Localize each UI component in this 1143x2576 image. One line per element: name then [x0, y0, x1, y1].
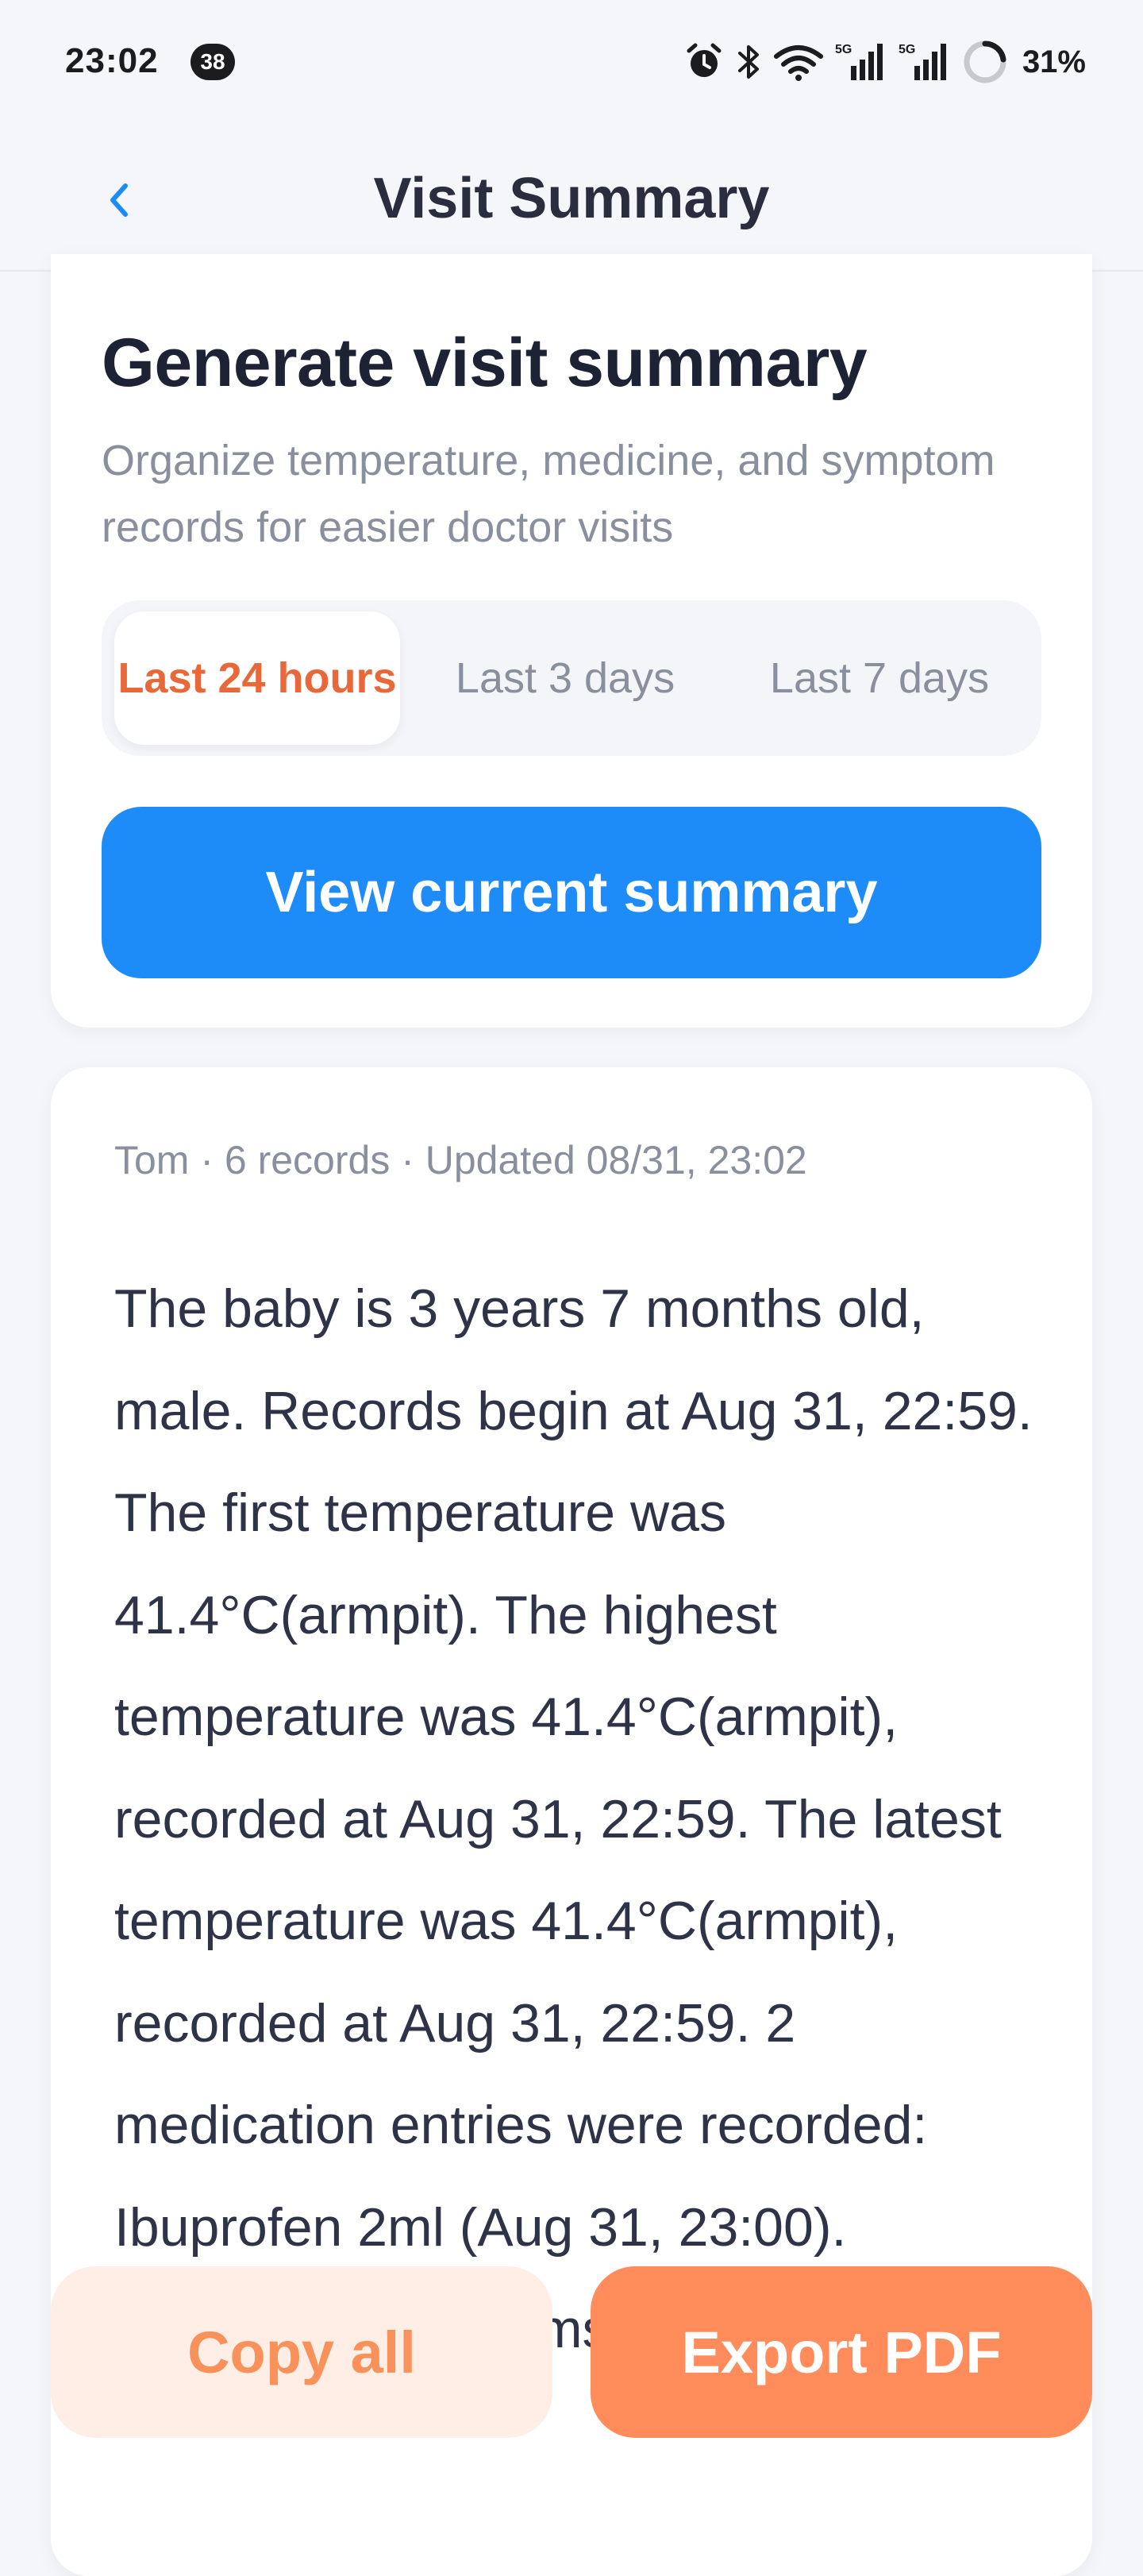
tab-last-24-hours[interactable]: Last 24 hours [114, 611, 400, 745]
notification-count-badge: 38 [190, 44, 235, 80]
range-tabs: Last 24 hours Last 3 days Last 7 days [102, 600, 1041, 756]
page-title: Visit Summary [373, 167, 770, 230]
svg-text:5G: 5G [835, 43, 852, 56]
tab-last-7-days[interactable]: Last 7 days [730, 611, 1029, 745]
status-bar: 23:02 38 5G 5G 31% [0, 0, 1143, 127]
battery-ring-icon [962, 39, 1008, 85]
svg-text:5G: 5G [899, 43, 915, 56]
alarm-icon [684, 42, 724, 82]
status-time: 23:02 [65, 41, 159, 80]
summary-text: The baby is 3 years 7 months old, male. … [114, 1278, 1033, 2359]
cellular-5g-icon: 5G [899, 40, 951, 83]
copy-all-button[interactable]: Copy all [51, 2266, 552, 2438]
summary-meta: Tom · 6 records · Updated 08/31, 23:02 [114, 1138, 807, 1182]
status-icons: 5G 5G 31% [684, 38, 1086, 86]
export-pdf-button[interactable]: Export PDF [591, 2266, 1092, 2438]
bluetooth-icon [735, 42, 762, 82]
bottom-actions: Copy all Export PDF [0, 2266, 1143, 2441]
view-current-summary-button[interactable]: View current summary [102, 807, 1041, 978]
nav-bar: Visit Summary [0, 127, 1143, 272]
cellular-5g-icon: 5G [835, 40, 887, 83]
generate-subtitle: Organize temperature, medicine, and symp… [102, 437, 995, 551]
wifi-icon [773, 42, 824, 82]
tab-last-3-days[interactable]: Last 3 days [413, 611, 718, 745]
generate-summary-card: Generate visit summary Organize temperat… [51, 254, 1092, 1028]
battery-percent: 31% [1022, 44, 1086, 79]
generate-title: Generate visit summary [102, 325, 868, 401]
